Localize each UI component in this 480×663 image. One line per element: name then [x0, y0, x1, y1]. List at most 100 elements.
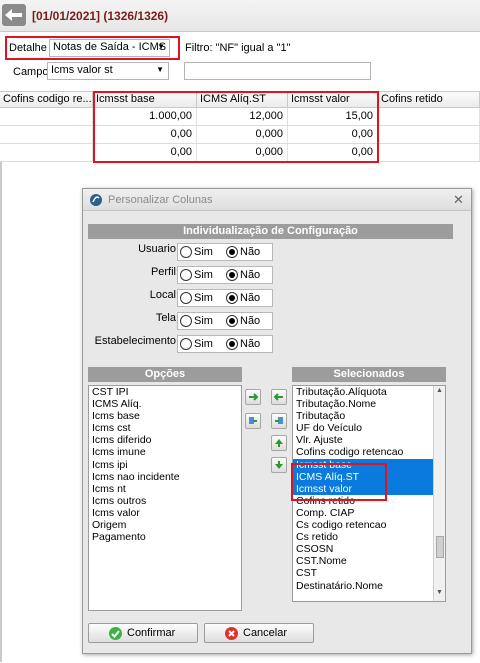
list-item[interactable]: Origem [89, 519, 241, 531]
list-item[interactable]: Icms nt [89, 483, 241, 495]
radio-group-estabelecimento: Sim Não [177, 335, 273, 353]
cell [378, 126, 480, 143]
move-up-icon[interactable] [271, 435, 287, 451]
list-item[interactable]: ICMS Alíq. [89, 398, 241, 410]
radio-nao[interactable] [226, 269, 238, 281]
list-item[interactable]: Tributação.Nome [293, 398, 445, 410]
list-item[interactable]: Icms ipi [89, 459, 241, 471]
record-title: [01/01/2021] (1326/1326) [32, 9, 169, 23]
grid-left-border [0, 162, 2, 662]
radio-sim[interactable] [180, 269, 192, 281]
dropdown-arrow-icon: ▼ [157, 42, 165, 51]
radio-nao[interactable] [226, 246, 238, 258]
campo-select[interactable]: Icms valor st ▼ [47, 62, 169, 80]
dropdown-arrow-icon: ▼ [156, 65, 164, 74]
opcoes-header: Opções [88, 367, 242, 382]
confirm-button[interactable]: Confirmar [88, 623, 198, 643]
list-item[interactable]: UF do Veículo [293, 422, 445, 434]
list-item[interactable]: Cofins codigo retencao [293, 446, 445, 458]
radio-sim-label: Sim [194, 338, 213, 350]
list-item[interactable]: Vlr. Ajuste [293, 434, 445, 446]
detalhe-select-value: Notas de Saída - ICMS [53, 41, 167, 53]
list-item[interactable]: Destinatário.Nome [293, 580, 445, 592]
cell [0, 108, 93, 125]
scroll-thumb[interactable] [436, 536, 444, 558]
campo-search-input[interactable] [184, 62, 371, 80]
cancel-button[interactable]: Cancelar [204, 623, 314, 643]
highlight-grid-columns [93, 91, 379, 163]
app-logo-icon [90, 194, 102, 206]
list-item[interactable]: CST.Nome [293, 555, 445, 567]
col-header-cofins-retido[interactable]: Cofins retido [378, 92, 480, 108]
list-item[interactable]: Icms diferido [89, 434, 241, 446]
opcoes-listbox[interactable]: CST IPI ICMS Alíq. Icms base Icms cst Ic… [88, 385, 242, 611]
list-item[interactable]: Comp. CIAP [293, 507, 445, 519]
list-item[interactable]: Cs retido [293, 531, 445, 543]
list-item[interactable]: Icms valor [89, 507, 241, 519]
radio-sim-label: Sim [194, 315, 213, 327]
personalizar-colunas-dialog: Personalizar Colunas ✕ Individualização … [82, 188, 472, 654]
campo-label: Campo [13, 66, 49, 78]
radio-nao[interactable] [226, 292, 238, 304]
col-header-cofins-codigo[interactable]: Cofins codigo re... [0, 92, 93, 108]
config-label-usuario: Usuario [138, 243, 176, 255]
radio-nao-label: Não [240, 292, 261, 304]
radio-nao[interactable] [226, 315, 238, 327]
list-item[interactable]: Icms base [89, 410, 241, 422]
list-item[interactable]: CST IPI [89, 386, 241, 398]
radio-nao-label: Não [240, 269, 261, 281]
list-item[interactable]: CST [293, 567, 445, 579]
radio-sim[interactable] [180, 246, 192, 258]
list-item[interactable]: Tributação.Alíquota [293, 386, 445, 398]
highlight-selected-items [291, 463, 387, 501]
config-label-perfil: Perfil [150, 266, 176, 278]
radio-nao-label: Não [240, 338, 261, 350]
config-label-local: Local [149, 289, 176, 301]
remove-all-left-icon[interactable] [271, 413, 287, 429]
cell [378, 144, 480, 161]
list-item[interactable]: CSOSN [293, 543, 445, 555]
config-label-estabelecimento: Estabelecimento [94, 335, 176, 347]
confirm-check-icon [109, 627, 122, 640]
detalhe-select[interactable]: Notas de Saída - ICMS ▼ [49, 39, 170, 57]
list-item[interactable]: Icms cst [89, 422, 241, 434]
list-item[interactable]: Icms nao incidente [89, 471, 241, 483]
list-item[interactable]: Icms imune [89, 446, 241, 458]
remove-left-icon[interactable] [271, 389, 287, 405]
radio-group-local: Sim Não [177, 289, 273, 307]
radio-nao-label: Não [240, 315, 261, 327]
radio-group-perfil: Sim Não [177, 266, 273, 284]
add-right-icon[interactable] [245, 389, 261, 405]
detalhe-label: Detalhe [9, 42, 47, 54]
campo-select-value: Icms valor st [51, 64, 113, 76]
config-label-tela: Tela [155, 312, 176, 324]
radio-sim[interactable] [180, 292, 192, 304]
list-item[interactable]: Icms outros [89, 495, 241, 507]
cell [378, 108, 480, 125]
selecionados-header: Selecionados [292, 367, 446, 382]
close-icon[interactable]: ✕ [453, 192, 464, 208]
radio-group-tela: Sim Não [177, 312, 273, 330]
scroll-down-icon[interactable]: ▼ [436, 589, 443, 596]
radio-sim-label: Sim [194, 246, 213, 258]
radio-nao[interactable] [226, 338, 238, 350]
list-item[interactable]: Pagamento [89, 531, 241, 543]
dialog-title: Personalizar Colunas [108, 194, 213, 206]
radio-sim[interactable] [180, 338, 192, 350]
radio-nao-label: Não [240, 246, 261, 258]
filtro-text: Filtro: "NF" igual a "1" [185, 42, 291, 54]
back-arrow-icon[interactable] [2, 4, 26, 26]
dialog-titlebar: Personalizar Colunas ✕ [83, 189, 471, 211]
move-down-icon[interactable] [271, 457, 287, 473]
radio-group-usuario: Sim Não [177, 243, 273, 261]
list-item[interactable]: Tributação [293, 410, 445, 422]
add-all-right-icon[interactable] [245, 413, 261, 429]
list-scrollbar[interactable]: ▲ ▼ [433, 386, 445, 601]
cancel-label: Cancelar [243, 627, 288, 639]
scroll-up-icon[interactable]: ▲ [436, 387, 443, 394]
confirm-label: Confirmar [127, 627, 176, 639]
list-item[interactable]: Cs codigo retencao [293, 519, 445, 531]
cell [0, 126, 93, 143]
radio-sim-label: Sim [194, 292, 213, 304]
radio-sim[interactable] [180, 315, 192, 327]
